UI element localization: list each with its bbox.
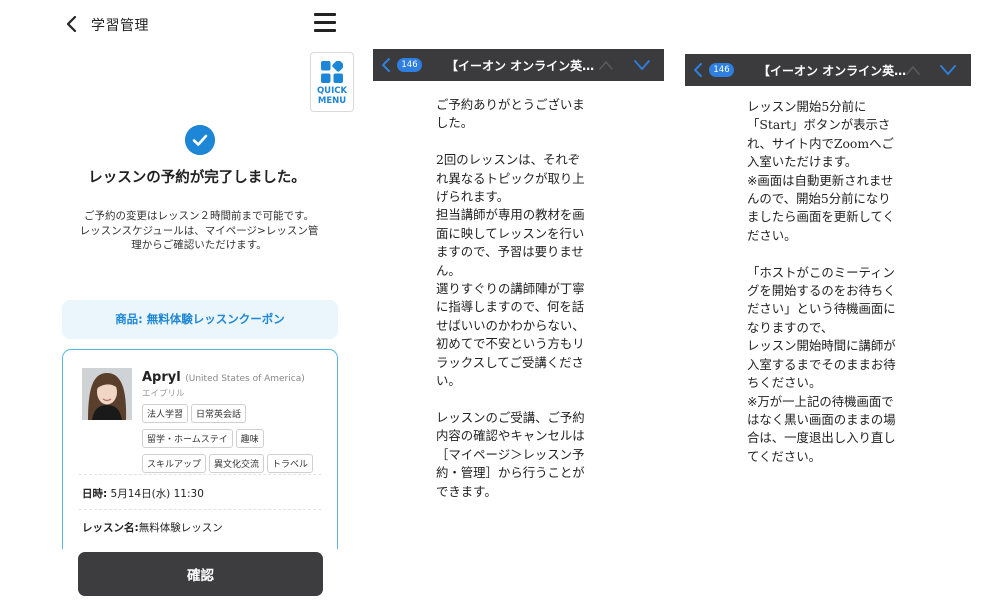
confirm-button[interactable]: 確認 [78, 552, 323, 596]
back-chevron-icon[interactable] [380, 57, 392, 73]
teacher-kana: エイプリル [142, 389, 185, 399]
chat-screen-2: 146 【イーオン オンライン英… レッスン開始5分前に 「Start」ボタンが… [685, 0, 971, 600]
message-text: レッスン開始5分前に 「Start」ボタンが表示さ れ、サイト内でZoomへご … [747, 99, 896, 464]
quick-menu-grid-icon [321, 61, 343, 83]
quick-menu-button[interactable]: QUICK MENU [310, 52, 354, 112]
teacher-country: (United States of America) [185, 374, 305, 384]
back-chevron-icon[interactable] [692, 62, 704, 78]
chat-title: 【イーオン オンライン英… [758, 64, 907, 78]
teacher-avatar [82, 368, 132, 420]
completion-heading: レッスンの予約が完了しました。 [88, 170, 306, 186]
chat-header: 146 【イーオン オンライン英… [373, 49, 664, 81]
unread-count-badge: 146 [397, 58, 422, 72]
check-circle-icon [185, 125, 215, 155]
teacher-tag: 趣味 [235, 429, 264, 448]
back-chevron-icon[interactable] [62, 12, 82, 36]
chevron-up-icon[interactable] [905, 64, 921, 76]
coupon-product-banner: 商品: 無料体験レッスンクーポン [62, 300, 338, 339]
lesson-datetime: 日時: 5月14日(水) 11:30 [82, 488, 204, 500]
booking-complete-screen: 学習管理 QUICK MENU レッスンの予約が完了しました。 ご予約の変更はレ… [0, 0, 372, 600]
page-title: 学習管理 [91, 18, 149, 34]
quick-menu-label: QUICK MENU [316, 86, 348, 106]
chevron-down-icon[interactable] [939, 64, 957, 76]
chat-header: 146 【イーオン オンライン英… [685, 54, 971, 86]
teacher-tag: トラベル [267, 454, 314, 473]
card-divider [79, 509, 321, 510]
coupon-label: 商品: 無料体験レッスンクーポン [115, 312, 285, 326]
lesson-name: レッスン名:無料体験レッスン [82, 522, 223, 534]
card-divider [79, 474, 321, 475]
chevron-down-icon[interactable] [633, 59, 651, 71]
change-notice: ご予約の変更はレッスン２時間前まで可能です。 レッスンスケジュールは、マイページ… [79, 210, 319, 251]
teacher-tag: 異文化交流 [209, 454, 265, 473]
message-text: ご予約ありがとうございま した。 2回のレッスンは、それぞ れ異なるトピックが取… [436, 97, 585, 499]
teacher-tag-list: 法人学習 日常英会話 留学・ホームステイ 趣味 スキルアップ 異文化交流 トラベル [142, 402, 332, 477]
chat-title: 【イーオン オンライン英… [446, 59, 595, 73]
teacher-tag: スキルアップ [142, 454, 207, 473]
unread-count-badge: 146 [709, 63, 734, 77]
teacher-tag: 日常英会話 [191, 404, 247, 423]
hamburger-menu-icon[interactable] [314, 13, 336, 33]
lesson-card: Apryl (United States of America) エイプリル 法… [62, 349, 338, 549]
chat-screen-1: 146 【イーオン オンライン英… ご予約ありがとうございま した。 2回のレッ… [373, 0, 664, 600]
teacher-name: Apryl (United States of America) [142, 370, 305, 385]
teacher-tag: 法人学習 [142, 404, 189, 423]
teacher-tag: 留学・ホームステイ [142, 429, 233, 448]
chevron-up-icon[interactable] [598, 59, 614, 71]
